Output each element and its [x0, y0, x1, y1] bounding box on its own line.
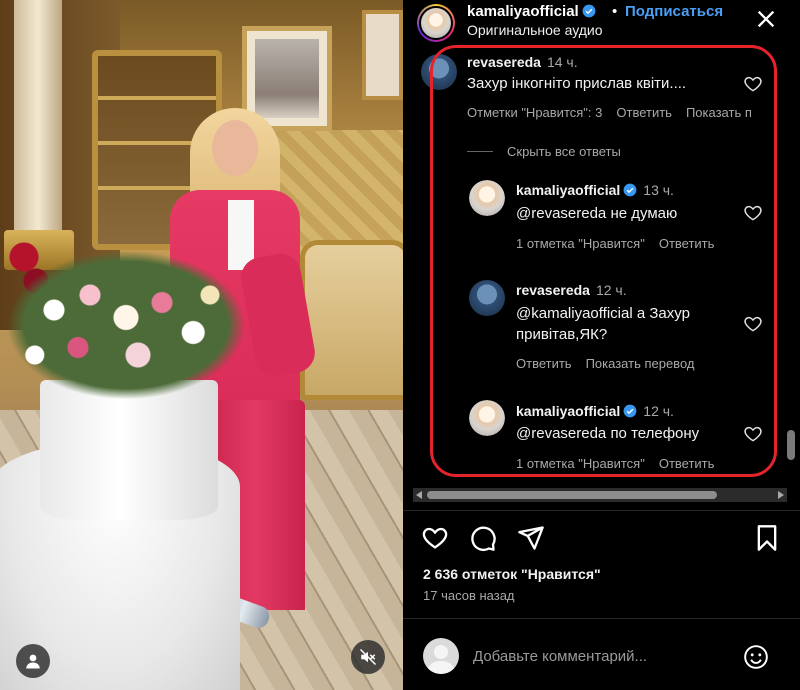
reply-text: @revasereda по телефону: [516, 425, 700, 442]
comment-time: 14 ч.: [546, 54, 578, 70]
comment-icon[interactable]: [469, 524, 497, 552]
hide-replies-label: Скрыть все ответы: [507, 144, 621, 159]
comment-reply-button[interactable]: Ответить: [616, 105, 672, 120]
follow-button[interactable]: Подписаться: [625, 3, 723, 20]
comments-scrollbar[interactable]: [787, 430, 795, 460]
add-comment-bar: Добавьте комментарий...: [403, 632, 800, 684]
muted-speaker-icon: [359, 648, 377, 666]
post-panel: kamaliyaofficial • Подписаться Оригиналь…: [403, 0, 800, 690]
show-translation-button[interactable]: Показать п: [686, 105, 752, 120]
reply-time: 12 ч.: [595, 282, 627, 298]
comment-text: Захур інкогніто прислав квіти....: [467, 75, 687, 92]
reply-time: 12 ч.: [643, 403, 674, 419]
reply-time: 13 ч.: [643, 182, 674, 198]
video-frame-hatbox: [40, 380, 218, 520]
reply-likes[interactable]: 1 отметка "Нравится": [516, 236, 645, 251]
reply-reply-button[interactable]: Ответить: [659, 456, 715, 471]
heart-icon[interactable]: [743, 74, 763, 94]
verified-badge-icon: [623, 183, 637, 197]
reply-avatar[interactable]: [469, 280, 505, 316]
reply-avatar[interactable]: [469, 400, 505, 436]
reply-text: @kamaliyaofficial а Захур: [516, 305, 690, 322]
reply-reply-button[interactable]: Ответить: [516, 356, 572, 371]
current-user-avatar: [423, 638, 459, 674]
reply-meta: Ответить Показать перевод: [516, 356, 708, 371]
video-frame-sofa: [300, 240, 403, 400]
video-frame-bouquet: [6, 250, 246, 400]
video-frame-column: [14, 0, 62, 250]
heart-icon[interactable]: [421, 524, 449, 552]
comment-likes[interactable]: Отметки "Нравится": 3: [467, 105, 602, 120]
mute-button[interactable]: [351, 640, 385, 674]
reply-text: @revasereda не думаю: [516, 205, 678, 222]
scroll-left-arrow[interactable]: [416, 491, 422, 499]
show-translation-button[interactable]: Показать перевод: [586, 356, 695, 371]
reply-username[interactable]: kamaliyaofficial 13 ч.: [516, 182, 674, 198]
video-frame-woman-face: [212, 120, 258, 176]
verified-badge-icon: [623, 404, 637, 418]
video-player[interactable]: [0, 0, 403, 690]
audio-label[interactable]: Оригинальное аудио: [467, 22, 603, 38]
user-icon: [26, 654, 40, 669]
user-tag-button[interactable]: [16, 644, 50, 678]
divider: [403, 510, 800, 511]
comment-avatar[interactable]: [421, 54, 457, 90]
share-icon[interactable]: [517, 524, 545, 552]
horizontal-scrollbar[interactable]: [413, 488, 787, 502]
reply-meta: 1 отметка "Нравится" Ответить: [516, 456, 728, 471]
heart-icon[interactable]: [743, 203, 763, 223]
video-frame-portrait-2: [362, 10, 403, 100]
reply-username[interactable]: kamaliyaofficial 12 ч.: [516, 403, 674, 419]
horizontal-scrollbar-thumb[interactable]: [427, 491, 717, 499]
post-actions: [403, 520, 800, 560]
like-count[interactable]: 2 636 отметок "Нравится": [423, 566, 601, 582]
default-avatar-icon: [427, 645, 455, 674]
comments-list[interactable]: revasereda 14 ч. Захур інкогніто прислав …: [403, 50, 800, 480]
reply-username[interactable]: revasereda 12 ч.: [516, 282, 627, 298]
post-header: kamaliyaofficial • Подписаться Оригиналь…: [403, 0, 800, 46]
comment-username[interactable]: revasereda 14 ч.: [467, 54, 578, 70]
verified-badge-icon: [582, 4, 596, 18]
comment-input[interactable]: Добавьте комментарий...: [473, 648, 647, 665]
heart-icon[interactable]: [743, 314, 763, 334]
author-username[interactable]: kamaliyaofficial: [467, 3, 596, 20]
reply-meta: 1 отметка "Нравится" Ответить: [516, 236, 728, 251]
hide-replies-button[interactable]: Скрыть все ответы: [467, 144, 621, 159]
author-avatar[interactable]: [417, 4, 455, 42]
reply-text-line2: привітав,ЯК?: [516, 326, 608, 343]
hide-replies-line: [467, 151, 493, 152]
divider: [403, 618, 800, 619]
reply-reply-button[interactable]: Ответить: [659, 236, 715, 251]
bookmark-icon[interactable]: [753, 524, 781, 552]
reply-likes[interactable]: 1 отметка "Нравится": [516, 456, 645, 471]
close-icon[interactable]: [755, 8, 777, 30]
reply-avatar[interactable]: [469, 180, 505, 216]
header-separator: •: [612, 3, 618, 20]
post-time[interactable]: 17 часов назад: [423, 588, 515, 603]
emoji-icon[interactable]: [743, 644, 769, 670]
comment-meta: Отметки "Нравится": 3 Ответить Показать п: [467, 105, 766, 120]
scroll-right-arrow[interactable]: [778, 491, 784, 499]
heart-icon[interactable]: [743, 424, 763, 444]
